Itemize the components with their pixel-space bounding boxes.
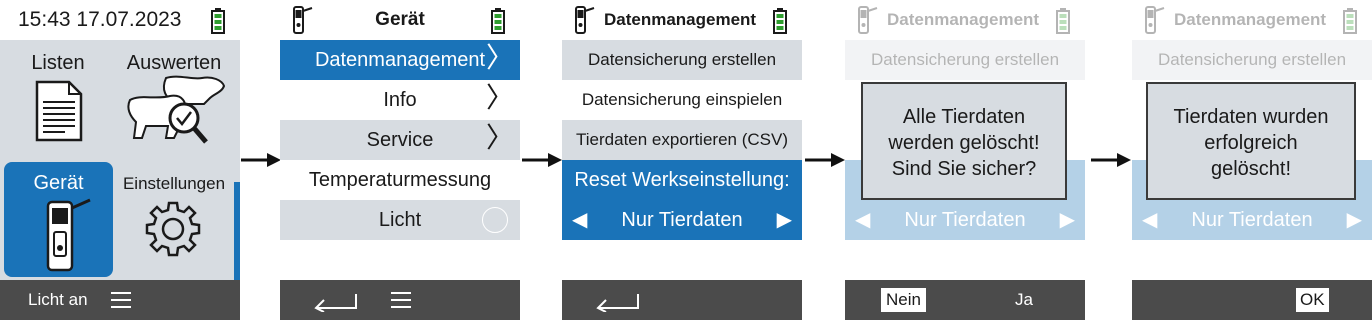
- back-icon[interactable]: [312, 288, 358, 312]
- battery-icon: [211, 8, 225, 34]
- back-icon[interactable]: [594, 288, 640, 312]
- ok-button[interactable]: OK: [1296, 288, 1329, 312]
- document-list-icon: [35, 80, 83, 142]
- footer-bar: [562, 280, 802, 320]
- dialog-line: Sind Sie sicher?: [891, 158, 1037, 180]
- tile-geraet[interactable]: Gerät: [4, 162, 113, 277]
- arrow-right-icon[interactable]: ▶: [777, 200, 792, 240]
- delete-success-screen: Datenmanagement Datensicherung erstellen…: [1132, 0, 1372, 320]
- menu-item-backup-create: Datensicherung erstellen: [1132, 40, 1372, 80]
- footer-bar: OK: [1132, 280, 1372, 320]
- gear-icon: [145, 201, 201, 257]
- dialog-line: gelöscht!: [1210, 158, 1292, 180]
- menu-item-label: Info: [383, 89, 417, 111]
- menu-item-licht[interactable]: Licht: [280, 200, 520, 240]
- arrow-icon: [241, 150, 281, 170]
- geraet-screen: Gerät Datenmanagement 〉 Info 〉 Service 〉…: [280, 0, 520, 320]
- arrow-icon: [522, 150, 562, 170]
- tile-label: Einstellungen: [122, 174, 226, 193]
- reset-value: Nur Tierdaten: [1191, 209, 1313, 231]
- device-icon: [46, 198, 91, 272]
- chevron-right-icon: 〉: [485, 42, 514, 73]
- arrow-right-icon: ▶: [1346, 209, 1362, 231]
- page-title: Datenmanagement: [887, 10, 1040, 29]
- menu-item-service[interactable]: Service 〉: [280, 120, 520, 160]
- chevron-right-icon: 〉: [485, 82, 514, 113]
- footer-bar: Nein Ja: [845, 280, 1085, 320]
- tile-listen[interactable]: Listen: [2, 42, 114, 160]
- menu-item-backup-create[interactable]: Datensicherung erstellen: [562, 40, 802, 80]
- page-title: Datenmanagement: [1174, 10, 1327, 29]
- menu-item-datenmanagement[interactable]: Datenmanagement 〉: [280, 40, 520, 80]
- page-title: Gerät: [375, 9, 425, 30]
- cow-analysis-icon: [127, 75, 226, 144]
- menu-item-export-csv[interactable]: Tierdaten exportieren (CSV): [562, 120, 802, 160]
- tile-label: Listen: [31, 52, 85, 74]
- device-icon: [1144, 5, 1166, 35]
- arrow-left-icon: ◀: [1142, 209, 1158, 231]
- reset-selector: ◀ Nur Tierdaten ▶: [845, 200, 1085, 240]
- scrollbar[interactable]: [234, 182, 240, 280]
- menu-item-backup-restore[interactable]: Datensicherung einspielen: [562, 80, 802, 120]
- chevron-right-icon: 〉: [485, 122, 514, 153]
- battery-icon: [1056, 8, 1070, 34]
- arrow-left-icon: ◀: [855, 209, 871, 231]
- success-dialog: Tierdaten wurden erfolgreich gelöscht!: [1146, 82, 1356, 200]
- tile-einstellungen[interactable]: Einstellungen: [118, 162, 230, 280]
- datenmanagement-screen: Datenmanagement Datensicherung erstellen…: [562, 0, 802, 320]
- footer-bar: [280, 280, 520, 320]
- menu-item-label: Datenmanagement: [314, 49, 486, 71]
- tile-label: Gerät: [33, 172, 84, 194]
- yes-button[interactable]: Ja: [1015, 288, 1033, 312]
- light-on-button[interactable]: Licht an: [28, 290, 88, 310]
- device-icon: [574, 5, 596, 35]
- arrow-right-icon: ▶: [1059, 209, 1075, 231]
- toggle-off-icon[interactable]: [482, 207, 508, 233]
- battery-icon: [1343, 8, 1357, 34]
- menu-item-label: Service: [366, 129, 434, 151]
- tile-auswerten[interactable]: Auswerten: [118, 42, 230, 160]
- arrow-left-icon[interactable]: ◀: [572, 200, 587, 240]
- dialog-line: erfolgreich: [1204, 132, 1298, 154]
- menu-icon[interactable]: [111, 291, 131, 309]
- device-icon: [857, 5, 879, 35]
- tile-label: Auswerten: [126, 52, 222, 74]
- reset-value: Nur Tierdaten: [621, 209, 743, 231]
- clock-date: 15:43 17.07.2023: [18, 8, 182, 31]
- menu-icon[interactable]: [391, 291, 411, 309]
- no-button[interactable]: Nein: [881, 288, 926, 312]
- dialog-line: Tierdaten wurden: [1173, 106, 1329, 128]
- reset-value: Nur Tierdaten: [904, 209, 1026, 231]
- footer-bar: Licht an: [0, 280, 240, 320]
- arrow-icon: [1091, 150, 1131, 170]
- reset-selector[interactable]: ◀ Nur Tierdaten ▶: [562, 200, 802, 240]
- dialog-line: werden gelöscht!: [888, 132, 1040, 154]
- reset-selector: ◀ Nur Tierdaten ▶: [1132, 200, 1372, 240]
- menu-item-info[interactable]: Info 〉: [280, 80, 520, 120]
- confirm-dialog: Alle Tierdaten werden gelöscht! Sind Sie…: [861, 82, 1067, 200]
- battery-icon: [491, 8, 505, 34]
- menu-item-label: Temperaturmessung: [308, 169, 492, 191]
- battery-icon: [773, 8, 787, 34]
- menu-item-backup-create: Datensicherung erstellen: [845, 40, 1085, 80]
- dialog-line: Alle Tierdaten: [902, 106, 1026, 128]
- menu-item-temperaturmessung[interactable]: Temperaturmessung: [280, 160, 520, 200]
- main-menu-screen: 15:43 17.07.2023 Listen Auswerten Gerät: [0, 0, 240, 320]
- reset-label: Reset Werkseinstellung:: [562, 160, 802, 200]
- confirm-delete-screen: Datenmanagement Datensicherung erstellen…: [845, 0, 1085, 320]
- arrow-icon: [805, 150, 845, 170]
- page-title: Datenmanagement: [604, 10, 757, 29]
- menu-item-label: Licht: [378, 209, 422, 231]
